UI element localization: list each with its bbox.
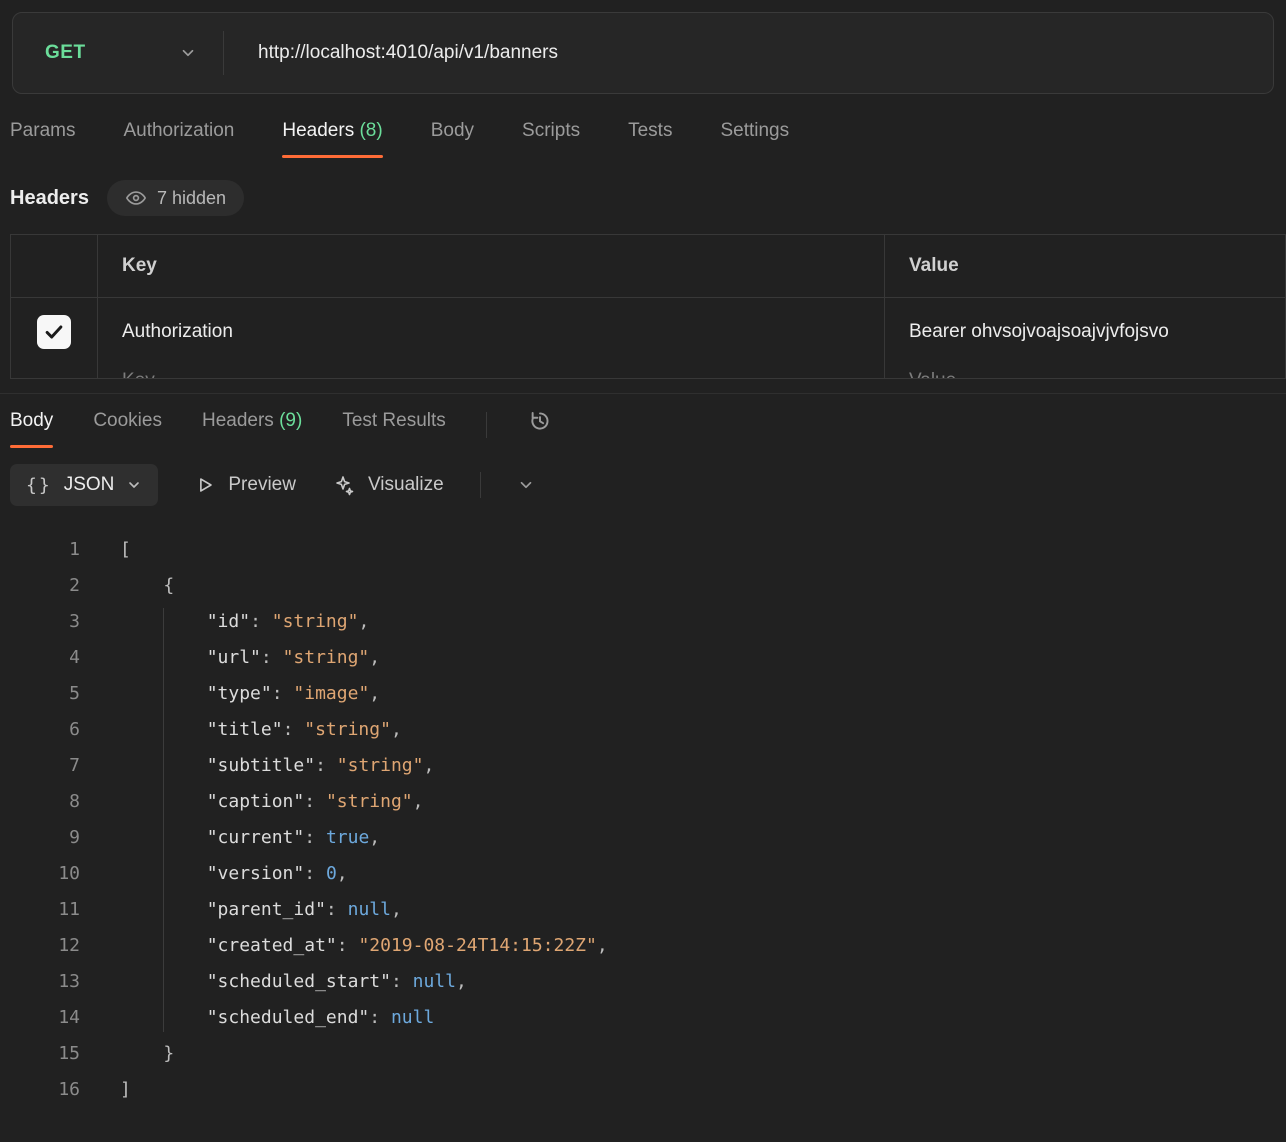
tab-headers[interactable]: Headers (8) xyxy=(282,120,384,158)
visualize-button[interactable]: Visualize xyxy=(332,473,444,497)
code-line: 4 "url": "string", xyxy=(69,647,381,668)
code-line: 8 "caption": "string", xyxy=(69,791,424,812)
header-value-cell[interactable]: Bearer ohvsojvoajsoajvjvfojsvo xyxy=(885,298,1286,366)
headers-section-title: Headers xyxy=(10,186,89,209)
code-line: 16] xyxy=(58,1079,131,1100)
chevron-down-icon[interactable] xyxy=(517,476,535,494)
code-line: 10 "version": 0, xyxy=(58,863,348,884)
code-line: 5 "type": "image", xyxy=(69,683,381,704)
request-tabs: Params Authorization Headers (8) Body Sc… xyxy=(0,120,1286,158)
headers-count-badge: (8) xyxy=(359,120,383,141)
tab-settings[interactable]: Settings xyxy=(720,120,789,158)
response-tab-body[interactable]: Body xyxy=(10,410,54,448)
headers-section-header: Headers 7 hidden xyxy=(0,180,1286,216)
header-key-cell[interactable]: Authorization xyxy=(98,298,885,366)
preview-icon xyxy=(194,474,216,496)
response-tabs: Body Cookies Headers (9) Test Results xyxy=(0,394,1286,448)
next-row-key-placeholder[interactable]: Key xyxy=(98,366,885,378)
response-tabs-divider xyxy=(485,412,487,438)
code-line: 9 "current": true, xyxy=(69,827,381,848)
history-icon[interactable] xyxy=(527,408,553,434)
method-dropdown[interactable]: GET xyxy=(13,13,223,93)
code-line: 15 } xyxy=(58,1043,175,1064)
visualize-icon xyxy=(332,473,356,497)
indent-guide xyxy=(163,608,164,1032)
response-headers-count-badge: (9) xyxy=(279,410,303,431)
response-tab-cookies[interactable]: Cookies xyxy=(93,410,162,448)
partial-next-row: Key Value xyxy=(11,366,1286,378)
preview-button[interactable]: Preview xyxy=(194,474,296,496)
table-row: Authorization Bearer ohvsojvoajsoajvjvfo… xyxy=(11,297,1286,366)
method-label: GET xyxy=(45,42,86,63)
column-value: Value xyxy=(885,235,1286,297)
headers-table: Key Value Authorization Bearer ohvsojvoa… xyxy=(10,234,1286,379)
response-toolbar: {} JSON Preview Visualize xyxy=(0,448,1286,506)
format-label: JSON xyxy=(63,474,115,495)
format-dropdown[interactable]: {} JSON xyxy=(10,464,159,506)
response-tab-test-results[interactable]: Test Results xyxy=(342,410,445,448)
code-line: 12 "created_at": "2019-08-24T14:15:22Z", xyxy=(58,935,608,956)
code-line: 7 "subtitle": "string", xyxy=(69,755,435,776)
code-line: 14 "scheduled_end": null xyxy=(58,1007,435,1028)
code-line: 1[ xyxy=(69,539,131,560)
tab-tests[interactable]: Tests xyxy=(628,120,672,158)
column-key: Key xyxy=(98,235,885,297)
code-lines: 1[ 2 { 3 "id": "string", 4 "url": "string",… xyxy=(0,532,1286,1108)
code-line: 2 { xyxy=(69,575,175,596)
api-client-page: GET http://localhost:4010/api/v1/banners… xyxy=(0,12,1286,1108)
response-tab-headers[interactable]: Headers (9) xyxy=(202,410,302,448)
next-row-value-placeholder[interactable]: Value xyxy=(885,366,1286,378)
code-line: 6 "title": "string", xyxy=(69,719,402,740)
code-line: 3 "id": "string", xyxy=(69,611,370,632)
row-checkbox-cell xyxy=(11,298,98,366)
eye-icon xyxy=(125,187,147,209)
response-body-editor[interactable]: 1[ 2 { 3 "id": "string", 4 "url": "string",… xyxy=(0,532,1286,1108)
request-bar: GET http://localhost:4010/api/v1/banners xyxy=(12,12,1274,94)
tab-params[interactable]: Params xyxy=(10,120,75,158)
code-line: 13 "scheduled_start": null, xyxy=(58,971,467,992)
hidden-headers-label: 7 hidden xyxy=(156,187,227,208)
tab-body[interactable]: Body xyxy=(431,120,474,158)
toolbar-divider xyxy=(479,472,481,498)
chevron-down-icon xyxy=(179,44,197,62)
hidden-headers-toggle[interactable]: 7 hidden xyxy=(106,180,245,216)
url-input[interactable]: http://localhost:4010/api/v1/banners xyxy=(224,42,1273,64)
tab-scripts[interactable]: Scripts xyxy=(522,120,580,158)
select-all-cell xyxy=(11,235,98,297)
response-panel: Body Cookies Headers (9) Test Results {}… xyxy=(0,393,1286,1108)
code-line: 11 "parent_id": null, xyxy=(58,899,402,920)
row-checkbox-checked[interactable] xyxy=(37,315,71,349)
braces-icon: {} xyxy=(26,474,52,496)
tab-authorization[interactable]: Authorization xyxy=(123,120,234,158)
chevron-down-icon xyxy=(126,477,142,493)
headers-table-header: Key Value xyxy=(11,235,1286,297)
